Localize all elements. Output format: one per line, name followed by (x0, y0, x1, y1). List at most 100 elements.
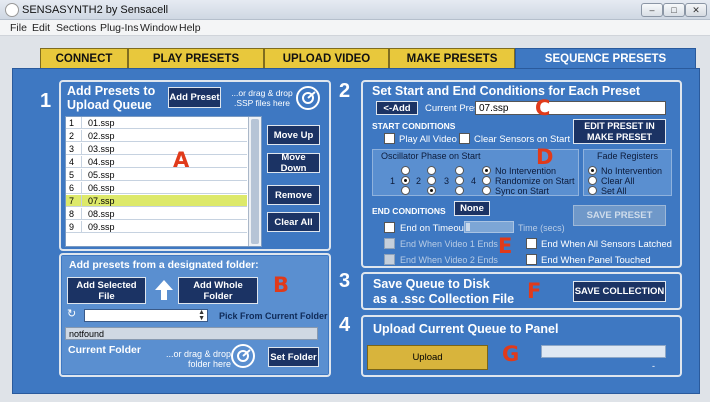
upload-progress-bar (541, 345, 666, 358)
arrow-up-icon (154, 279, 174, 301)
fade-title: Fade Registers (597, 151, 659, 161)
osc-label-2: 2 (416, 176, 422, 186)
osc1-no-intervention-radio[interactable] (401, 166, 410, 175)
add-whole-folder-button[interactable]: Add Whole Folder (178, 277, 258, 304)
osc-sync-label: Sync on Start (495, 186, 550, 196)
fade-no-intervention-label: No Intervention (601, 166, 663, 176)
menu-plugins[interactable]: Plug-Ins (100, 22, 139, 34)
menu-sections[interactable]: Sections (56, 22, 96, 34)
video1-ends-checkbox[interactable] (384, 238, 395, 249)
list-item[interactable]: 1 01.ssp (66, 117, 247, 129)
title-bar: SENSASYNTH2 by Sensacell – □ ✕ (0, 0, 710, 20)
menu-help[interactable]: Help (179, 22, 201, 34)
drop-target-icon[interactable] (296, 86, 320, 110)
window-title: SENSASYNTH2 by Sensacell (22, 4, 169, 16)
fade-clear-all-radio[interactable] (588, 176, 597, 185)
folder-drop-icon[interactable] (231, 344, 255, 368)
upload-button[interactable]: Upload (367, 345, 488, 370)
move-up-button[interactable]: Move Up (267, 125, 320, 145)
current-preset-field[interactable]: 07.ssp (475, 101, 666, 115)
osc4-randomize-radio[interactable] (482, 176, 491, 185)
end-on-timeout-checkbox[interactable] (384, 222, 395, 233)
clear-all-button[interactable]: Clear All (267, 212, 320, 232)
end-condition-select[interactable]: None (454, 201, 490, 216)
clear-sensors-checkbox[interactable] (459, 133, 470, 144)
edit-preset-button[interactable]: EDIT PRESET IN MAKE PRESET (573, 119, 666, 144)
add-preset-button[interactable]: Add Preset (168, 87, 221, 108)
clear-sensors-label: Clear Sensors on Start (474, 134, 571, 145)
sensors-latched-label: End When All Sensors Latched (541, 239, 672, 250)
play-all-video-label: Play All Video (399, 134, 457, 145)
upload-title: Upload Current Queue to Panel (373, 322, 559, 336)
save-preset-button[interactable]: SAVE PRESET (573, 205, 666, 226)
video1-ends-label: End When Video 1 Ends (400, 239, 498, 249)
set-folder-button[interactable]: Set Folder (268, 347, 319, 367)
osc2-randomize-radio[interactable] (427, 176, 436, 185)
end-conditions-label: END CONDITIONS (372, 206, 446, 216)
move-down-button[interactable]: Move Down (267, 152, 320, 174)
start-conditions-label: START CONDITIONS (372, 121, 456, 131)
osc-label-1: 1 (390, 176, 396, 186)
osc2-no-intervention-radio[interactable] (427, 166, 436, 175)
queue-title: Add Presets to Upload Queue (67, 84, 156, 112)
osc3-sync-radio[interactable] (455, 186, 464, 195)
video2-ends-checkbox[interactable] (384, 254, 395, 265)
sensors-latched-checkbox[interactable] (526, 238, 537, 249)
osc3-randomize-radio[interactable] (455, 176, 464, 185)
annotation-b: B (273, 273, 290, 297)
current-folder-label: Current Folder (68, 344, 141, 356)
list-item[interactable]: 2 02.ssp (66, 130, 247, 142)
time-slider[interactable] (464, 221, 514, 233)
osc2-sync-radio[interactable] (427, 186, 436, 195)
list-item[interactable]: 9 09.ssp (66, 221, 247, 233)
minimize-button[interactable]: – (641, 3, 663, 17)
maximize-button[interactable]: □ (663, 3, 685, 17)
scrollbar-thumb[interactable] (251, 119, 259, 244)
refresh-icon[interactable]: ↻ (67, 309, 78, 320)
tab-sequence-presets[interactable]: SEQUENCE PRESETS (515, 48, 696, 68)
save-collection-button[interactable]: SAVE COLLECTION (573, 281, 666, 302)
drag-hint: ...or drag & drop .SSP files here (231, 88, 293, 108)
menu-window[interactable]: Window (140, 22, 177, 34)
play-all-video-checkbox[interactable] (384, 133, 395, 144)
panel-touched-checkbox[interactable] (526, 254, 537, 265)
current-folder-field[interactable]: notfound (65, 327, 318, 340)
osc1-sync-radio[interactable] (401, 186, 410, 195)
spinner-arrows-icon[interactable]: ▲ ▼ (198, 309, 205, 322)
annotation-f: F (527, 279, 542, 303)
list-scrollbar[interactable] (248, 117, 261, 246)
end-on-timeout-label: End on Timeout (400, 223, 467, 234)
tab-make-presets[interactable]: MAKE PRESETS (389, 48, 515, 68)
section-2-number: 2 (339, 80, 351, 102)
osc3-no-intervention-radio[interactable] (455, 166, 464, 175)
close-button[interactable]: ✕ (685, 3, 707, 17)
fade-set-all-radio[interactable] (588, 186, 597, 195)
list-item[interactable]: 4 04.ssp (66, 156, 247, 168)
tab-upload-video[interactable]: UPLOAD VIDEO (264, 48, 389, 68)
osc1-randomize-radio[interactable] (401, 176, 410, 185)
fade-no-intervention-radio[interactable] (588, 166, 597, 175)
menu-edit[interactable]: Edit (32, 22, 50, 34)
list-item[interactable]: 8 08.ssp (66, 208, 247, 220)
tab-connect[interactable]: CONNECT (40, 48, 128, 68)
list-item-selected[interactable]: 7 07.ssp (66, 195, 247, 207)
save-queue-title-line1: Save Queue to Disk (373, 277, 490, 291)
menu-file[interactable]: File (10, 22, 27, 34)
folder-select[interactable]: ▲ ▼ (84, 309, 208, 322)
list-item[interactable]: 6 06.ssp (66, 182, 247, 194)
panel-touched-label: End When Panel Touched (541, 255, 651, 266)
add-to-queue-button[interactable]: <-Add (376, 101, 418, 115)
app-icon (5, 3, 19, 17)
list-item[interactable]: 5 05.ssp (66, 169, 247, 181)
slider-handle[interactable] (466, 223, 470, 231)
osc4-no-intervention-radio[interactable] (482, 166, 491, 175)
section-1-number: 1 (40, 90, 52, 112)
preset-queue-list[interactable]: 1 01.ssp 2 02.ssp 3 03.ssp 4 04.ssp 5 05.ssp … (65, 116, 262, 247)
osc4-sync-radio[interactable] (482, 186, 491, 195)
list-item[interactable]: 3 03.ssp (66, 143, 247, 155)
tab-play-presets[interactable]: PLAY PRESETS (128, 48, 264, 68)
add-selected-file-button[interactable]: Add Selected File (67, 277, 146, 304)
remove-button[interactable]: Remove (267, 185, 320, 205)
osc-label-4: 4 (471, 176, 477, 186)
conditions-title: Set Start and End Conditions for Each Pr… (372, 84, 641, 98)
